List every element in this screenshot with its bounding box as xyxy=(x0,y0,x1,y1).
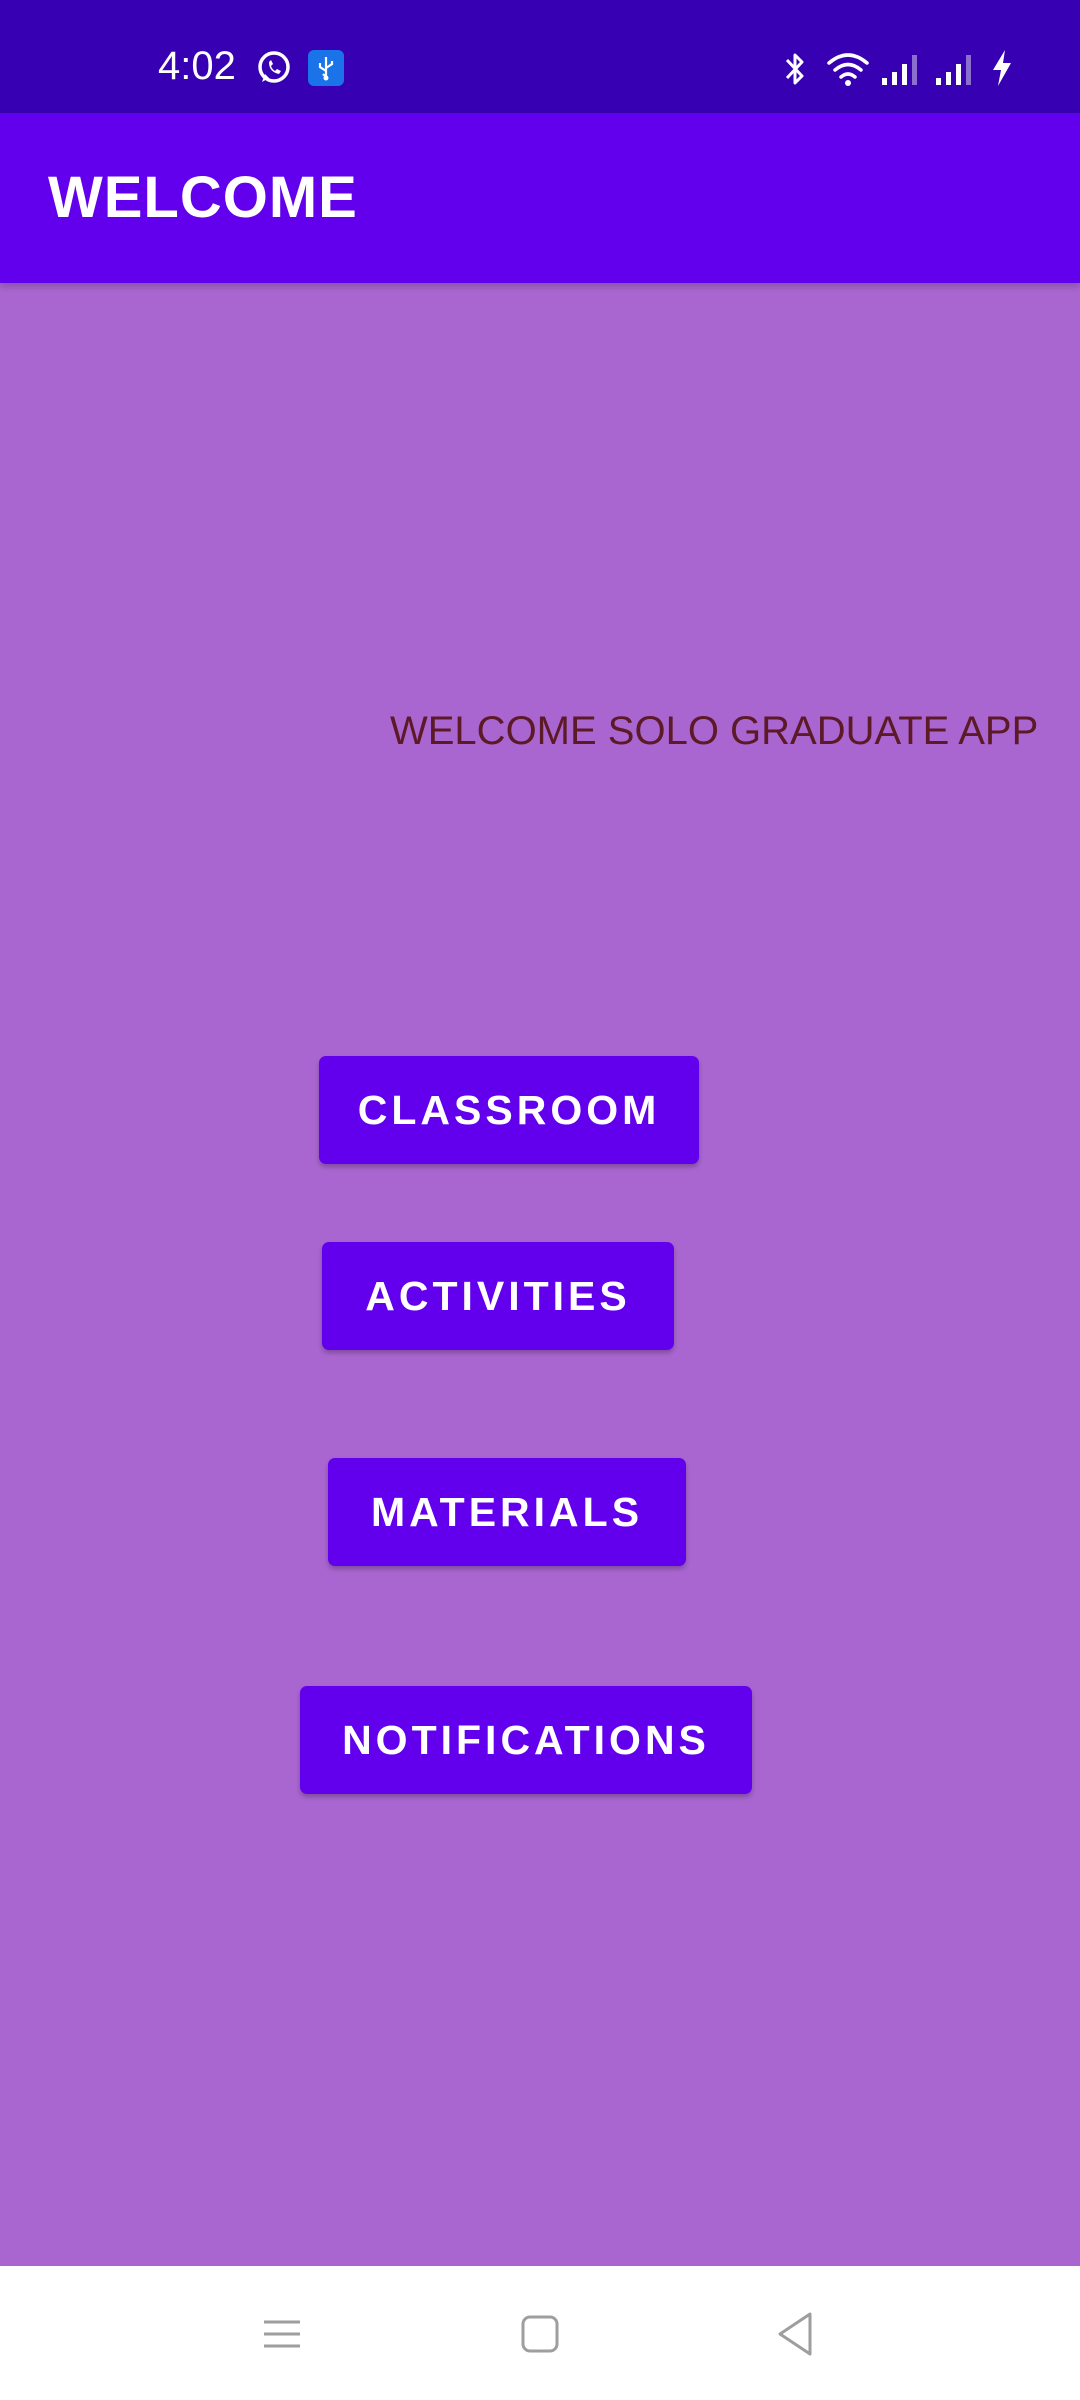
signal-icon xyxy=(936,55,971,85)
classroom-button[interactable]: CLASSROOM xyxy=(319,1056,699,1164)
navigation-bar xyxy=(0,2266,1080,2400)
menu-icon[interactable] xyxy=(252,2304,312,2364)
status-bar: 4:02 xyxy=(0,0,1080,113)
activities-button[interactable]: ACTIVITIES xyxy=(322,1242,674,1350)
notifications-button[interactable]: NOTIFICATIONS xyxy=(300,1686,752,1794)
home-icon[interactable] xyxy=(510,2304,570,2364)
bluetooth-icon xyxy=(785,53,804,85)
usb-icon xyxy=(308,50,344,86)
welcome-message: WELCOME SOLO GRADUATE APP xyxy=(390,709,1039,753)
back-icon[interactable] xyxy=(766,2304,826,2364)
signal-icon xyxy=(882,55,917,85)
whatsapp-icon xyxy=(258,51,290,83)
wifi-icon xyxy=(827,53,869,86)
charging-icon xyxy=(993,50,1011,86)
materials-button[interactable]: MATERIALS xyxy=(328,1458,686,1566)
app-bar: WELCOME xyxy=(0,113,1080,283)
app-title: WELCOME xyxy=(48,165,358,230)
status-time: 4:02 xyxy=(158,44,236,88)
app-screen: 4:02 WELCOME WELCOME SOLO GRADUATE APP C… xyxy=(0,0,1080,2400)
